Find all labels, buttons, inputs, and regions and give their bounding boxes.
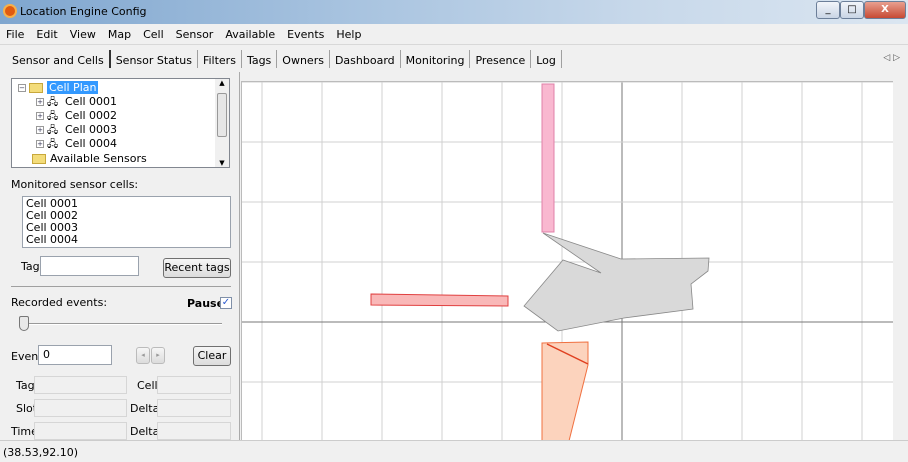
menu-view[interactable]: View — [64, 24, 102, 41]
monitored-cells-list[interactable]: Cell 0001 Cell 0002 Cell 0003 Cell 0004 — [22, 196, 231, 248]
recent-tags-button[interactable]: Recent tags — [163, 258, 231, 278]
menu-map[interactable]: Map — [102, 24, 137, 41]
menu-events[interactable]: Events — [281, 24, 330, 41]
tree-node-cell[interactable]: + 🖧 Cell 0004 — [36, 137, 117, 150]
minimize-button[interactable]: _ — [816, 1, 840, 19]
map-canvas[interactable] — [241, 81, 893, 440]
cell-zone-red[interactable] — [370, 293, 509, 307]
event-input[interactable]: 0 — [38, 345, 112, 365]
divider — [11, 286, 231, 287]
window-title: Location Engine Config — [20, 5, 147, 18]
tab-sensor-and-cells[interactable]: Sensor and Cells — [7, 50, 111, 68]
cell-zone-gray[interactable] — [523, 232, 710, 332]
tab-dashboard[interactable]: Dashboard — [330, 50, 401, 68]
expand-icon[interactable]: + — [36, 126, 44, 134]
app-icon — [3, 4, 17, 18]
tag-label: Tag — [21, 260, 40, 273]
expand-icon[interactable]: + — [36, 112, 44, 120]
next-event-button[interactable]: ▸ — [151, 347, 165, 364]
tree-node-cell[interactable]: + 🖧 Cell 0001 — [36, 95, 117, 108]
tree-node-cell[interactable]: + 🖧 Cell 0002 — [36, 109, 117, 122]
menu-bar: File Edit View Map Cell Sensor Available Events… — [0, 24, 908, 45]
menu-available[interactable]: Available — [219, 24, 281, 41]
event-slider-track[interactable] — [22, 323, 222, 325]
tab-tags[interactable]: Tags — [242, 50, 278, 68]
cell-field-label: Cell — [137, 379, 158, 392]
expand-icon[interactable]: + — [36, 98, 44, 106]
tab-owners[interactable]: Owners — [277, 50, 330, 68]
delta-field — [157, 399, 231, 417]
tab-log[interactable]: Log — [531, 50, 562, 68]
list-item[interactable]: Cell 0004 — [26, 234, 227, 246]
delta2-field — [157, 422, 231, 440]
tab-filters[interactable]: Filters — [198, 50, 242, 68]
recorded-events-label: Recorded events: — [11, 296, 108, 309]
cell-zone-pink[interactable] — [541, 83, 555, 233]
cell-field — [157, 376, 231, 394]
menu-cell[interactable]: Cell — [137, 24, 170, 41]
network-icon: 🖧 — [47, 96, 59, 108]
tree-node-cell-plan[interactable]: − Cell Plan — [18, 81, 99, 94]
expand-icon[interactable]: + — [36, 140, 44, 148]
cursor-coordinates: (38.53,92.10) — [3, 446, 79, 459]
slot-field — [34, 399, 127, 417]
network-icon: 🖧 — [47, 124, 59, 136]
tag-field — [34, 376, 127, 394]
network-icon: 🖧 — [47, 138, 59, 150]
folder-open-icon — [29, 83, 43, 93]
menu-help[interactable]: Help — [330, 24, 367, 41]
right-edge — [893, 72, 908, 440]
menu-edit[interactable]: Edit — [30, 24, 63, 41]
cell-tree[interactable]: − Cell Plan + 🖧 Cell 0001 + 🖧 Cell 0002 + 🖧 Cel… — [11, 78, 230, 168]
delta-field-label: Delta — [130, 402, 160, 415]
title-bar: Location Engine Config _ □ X — [0, 0, 908, 24]
pause-label: Pause — [187, 297, 225, 310]
tree-node-cell[interactable]: + 🖧 Cell 0003 — [36, 123, 117, 136]
tab-scroll-arrows[interactable]: ◁ ▷ — [883, 53, 900, 63]
tree-node-available-sensors[interactable]: Available Sensors — [32, 152, 147, 165]
pause-checkbox[interactable]: ✓ — [220, 297, 232, 309]
menu-sensor[interactable]: Sensor — [170, 24, 220, 41]
monitored-label: Monitored sensor cells: — [11, 178, 139, 191]
folder-icon — [32, 154, 46, 164]
time-field — [34, 422, 127, 440]
event-slider-thumb[interactable] — [19, 316, 29, 331]
tab-bar: Sensor and Cells Sensor Status Filters Tags… — [0, 48, 908, 70]
close-button[interactable]: X — [864, 1, 906, 19]
tag-input[interactable] — [40, 256, 139, 276]
tag-field-label: Tag — [16, 379, 35, 392]
map-svg[interactable] — [242, 82, 893, 440]
maximize-button[interactable]: □ — [840, 1, 864, 19]
left-panel: − Cell Plan + 🖧 Cell 0001 + 🖧 Cell 0002 + 🖧 Cel… — [0, 72, 240, 440]
status-bar: (38.53,92.10) — [0, 440, 908, 462]
clear-button[interactable]: Clear — [193, 346, 231, 366]
cell-zone-orange[interactable] — [541, 341, 589, 440]
tab-sensor-status[interactable]: Sensor Status — [111, 50, 198, 68]
scroll-thumb[interactable] — [217, 93, 227, 137]
tab-monitoring[interactable]: Monitoring — [401, 50, 471, 68]
delta2-field-label: Delta — [130, 425, 160, 438]
tree-scrollbar[interactable]: ▲ ▼ — [215, 79, 229, 167]
network-icon: 🖧 — [47, 110, 59, 122]
collapse-icon[interactable]: − — [18, 84, 26, 92]
menu-file[interactable]: File — [0, 24, 30, 41]
tab-presence[interactable]: Presence — [470, 50, 532, 68]
prev-event-button[interactable]: ◂ — [136, 347, 150, 364]
